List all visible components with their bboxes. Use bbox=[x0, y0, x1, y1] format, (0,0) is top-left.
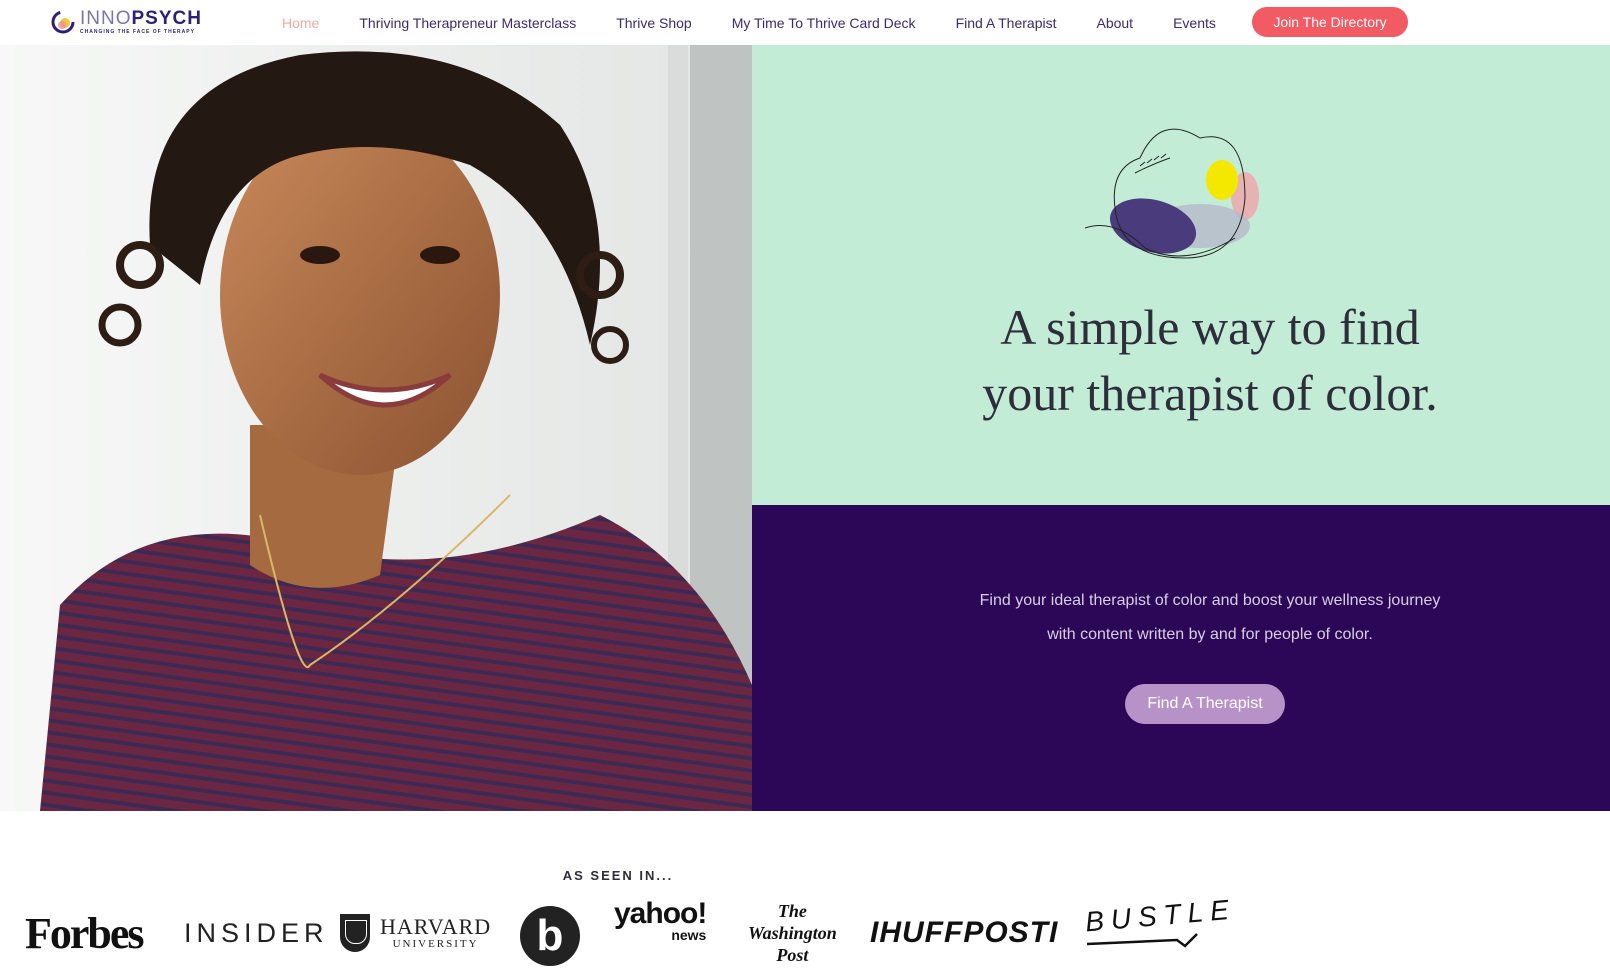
hero-headline: A simple way to find your therapist of c… bbox=[940, 294, 1480, 426]
hero-subtext: Find your ideal therapist of color and b… bbox=[960, 584, 1460, 652]
logo-word-inno: INNO bbox=[80, 8, 132, 29]
wapo-post: Post bbox=[776, 945, 809, 965]
harvard-shield-icon bbox=[340, 914, 370, 952]
yahoo-news-logo: yahoo! news bbox=[614, 897, 707, 966]
nav-home[interactable]: Home bbox=[282, 15, 319, 31]
bustle-logo: BUSTLE bbox=[1084, 893, 1237, 966]
site-header: INNOPSYCH CHANGING THE FACE OF THERAPY H… bbox=[0, 0, 1610, 45]
hero-photo bbox=[0, 45, 752, 811]
bustle-b-logo: b bbox=[520, 906, 580, 966]
nav-thrive-shop[interactable]: Thrive Shop bbox=[616, 15, 691, 31]
nav-masterclass[interactable]: Thriving Therapreneur Masterclass bbox=[359, 15, 576, 31]
find-therapist-button[interactable]: Find A Therapist bbox=[1125, 684, 1285, 724]
nav-find-therapist[interactable]: Find A Therapist bbox=[956, 15, 1057, 31]
subtext-line-1: Find your ideal therapist of color and b… bbox=[979, 592, 1441, 609]
harvard-university: UNIVERSITY bbox=[392, 938, 479, 950]
headline-line-2: your therapist of color. bbox=[982, 365, 1438, 421]
as-seen-in-label: AS SEEN IN... bbox=[562, 868, 674, 883]
forbes-logo: Forbes bbox=[25, 908, 145, 958]
harvard-logo: HARVARD UNIVERSITY bbox=[340, 900, 491, 966]
washington-post-logo: The Washington Post bbox=[748, 900, 837, 966]
subtext-line-2: with content written by and for people o… bbox=[1047, 626, 1373, 643]
main-nav: Home Thriving Therapreneur Masterclass T… bbox=[262, 0, 1236, 45]
wapo-washington: Washington bbox=[748, 923, 837, 943]
brand-illustration-icon bbox=[1084, 118, 1285, 278]
wapo-the: The bbox=[777, 901, 807, 921]
headline-line-1: A simple way to find bbox=[1000, 299, 1420, 355]
logo-tagline: CHANGING THE FACE OF THERAPY bbox=[80, 29, 195, 35]
logo-word-psych: PSYCH bbox=[131, 8, 202, 29]
nav-about[interactable]: About bbox=[1096, 15, 1133, 31]
yahoo-news-word: news bbox=[671, 927, 707, 943]
huffpost-logo: IHUFFPOSTI bbox=[870, 916, 1059, 949]
nav-events[interactable]: Events bbox=[1173, 15, 1216, 31]
hero-purple-panel bbox=[752, 505, 1610, 811]
insider-logo: INSIDER bbox=[184, 917, 329, 948]
harvard-name: HARVARD bbox=[380, 914, 492, 939]
join-directory-button[interactable]: Join The Directory bbox=[1252, 7, 1408, 37]
nav-card-deck[interactable]: My Time To Thrive Card Deck bbox=[732, 15, 916, 31]
innopsych-logo[interactable]: INNOPSYCH CHANGING THE FACE OF THERAPY bbox=[50, 8, 202, 36]
logo-mark-icon bbox=[50, 9, 76, 35]
yahoo-word: yahoo! bbox=[614, 897, 707, 930]
